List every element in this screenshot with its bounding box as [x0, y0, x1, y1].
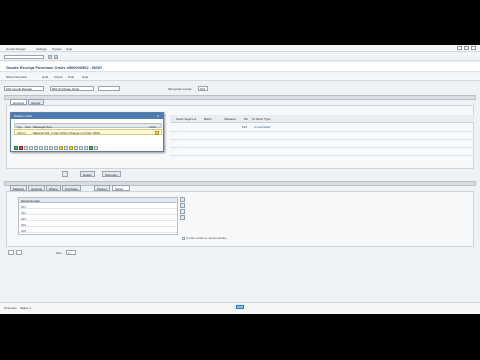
menu-help[interactable]: Help: [66, 47, 72, 51]
application-toolbar: Show Overview Hold Check Post Help: [0, 73, 480, 81]
table-row[interactable]: 101 Unrestricted: [170, 125, 474, 132]
auto-serial-checkbox[interactable]: Create serial no. automatically: [182, 236, 226, 240]
serial-row-5[interactable]: 005: [19, 228, 177, 233]
reference-select[interactable]: R01 Purchase Order: [50, 86, 94, 91]
window-controls: [456, 46, 476, 51]
find-icon[interactable]: [44, 146, 48, 150]
menu-settings[interactable]: Settings: [36, 47, 47, 51]
gr-value-field[interactable]: 101: [198, 86, 208, 91]
col-valuation: Valuation: [224, 117, 237, 121]
next-item-button[interactable]: [16, 250, 22, 255]
table-row[interactable]: [170, 155, 474, 156]
hold-button[interactable]: Hold: [40, 74, 50, 80]
next-icon[interactable]: [34, 146, 38, 150]
sort-icon[interactable]: [49, 146, 53, 150]
save-icon[interactable]: [54, 55, 58, 59]
table-row[interactable]: [170, 147, 474, 148]
menu-bar: Goods Receipt Settings System Help: [0, 45, 480, 52]
header-section-bar: [4, 95, 476, 100]
po-number-field[interactable]: [98, 86, 120, 91]
add-row-icon[interactable]: [180, 203, 185, 208]
close-icon[interactable]: ✕: [157, 114, 161, 118]
col-batch: Batch: [204, 117, 212, 121]
status-mid: Status 1: [20, 306, 32, 310]
scroll-down-icon[interactable]: [180, 215, 185, 220]
help-icon[interactable]: [84, 146, 88, 150]
lower-controls: Item 1: [6, 249, 474, 257]
detail-icon[interactable]: [74, 146, 78, 150]
sap-logo: SAP: [236, 305, 244, 309]
table-row[interactable]: [170, 139, 474, 140]
ok-icon[interactable]: [14, 146, 18, 150]
checkbox-label: Create serial no. automatically: [186, 236, 227, 240]
enter-icon[interactable]: [48, 55, 52, 59]
summary-button[interactable]: Summary: [102, 171, 121, 177]
col-stock-type: St Stock Type: [252, 117, 271, 121]
info-icon[interactable]: [155, 131, 159, 135]
command-field[interactable]: [4, 55, 44, 59]
popup-toolbar: [14, 146, 162, 151]
gr-label: GR goods receipt: [168, 87, 192, 91]
item-label: Item: [56, 251, 62, 255]
page-title: Goods Receipt Purchase Order 4500000962 …: [6, 65, 103, 70]
first-icon[interactable]: [24, 146, 28, 150]
status-left: Overview: [4, 306, 17, 310]
serial-number-table: Serial Number 001 002 003 004 005: [18, 197, 178, 235]
transaction-select[interactable]: A01 Goods Receipt: [4, 86, 44, 91]
serial-header: Serial Number: [19, 198, 177, 203]
message-text: Material 101_1 has Online Change no Orde…: [33, 131, 100, 135]
close-icon[interactable]: [471, 46, 476, 50]
delivery-note-popup: Delivery Note ✕ Typ Text Message Text LT…: [10, 112, 164, 152]
settings-icon[interactable]: [94, 146, 98, 150]
refresh-icon[interactable]: [79, 146, 83, 150]
popup-title: Delivery Note: [11, 113, 163, 119]
minimize-icon[interactable]: [457, 46, 463, 50]
filter-icon[interactable]: [54, 146, 58, 150]
print-icon[interactable]: [59, 146, 63, 150]
check-button[interactable]: Check: [52, 74, 65, 80]
popup-message-row[interactable]: Inform Material 101_1 has Online Change …: [14, 129, 162, 135]
stock-type-value: Unrestricted: [254, 125, 271, 129]
status-bar: Overview Status 1 SAP: [0, 302, 480, 314]
checkbox-box[interactable]: [182, 236, 185, 240]
title-bar: Goods Receipt Purchase Order 4500000962 …: [0, 62, 480, 72]
menu-system[interactable]: System: [52, 47, 62, 51]
delete-button[interactable]: Delete: [80, 171, 95, 177]
post-button[interactable]: Post: [66, 74, 76, 80]
show-overview-button[interactable]: Show Overview: [4, 74, 29, 80]
header-fields: A01 Goods Receipt R01 Purchase Order GR …: [0, 85, 480, 93]
help-button[interactable]: Help: [80, 74, 90, 80]
item-field[interactable]: [62, 171, 68, 177]
prev-item-button[interactable]: [8, 250, 14, 255]
serial-row-1[interactable]: 001: [19, 204, 177, 209]
serial-row-3[interactable]: 003: [19, 216, 177, 221]
col-stock-segment: Stock Segment: [176, 117, 197, 121]
maximize-icon[interactable]: [464, 46, 470, 50]
scroll-up-icon[interactable]: [180, 197, 185, 202]
cancel-icon[interactable]: [19, 146, 23, 150]
delete-row-icon[interactable]: [180, 209, 185, 214]
serial-row-2[interactable]: 002: [19, 210, 177, 215]
prev-icon[interactable]: [29, 146, 33, 150]
item-number-field[interactable]: 1: [66, 250, 76, 255]
sap-window: Goods Receipt Settings System Help Goods…: [0, 45, 480, 314]
items-table-header: Stock Segment Batch Valuation Mv St Stoc…: [170, 115, 474, 123]
item-navigation: Delete Summary: [6, 171, 474, 178]
col-mv: Mv: [244, 117, 248, 121]
popup-table-header: Typ Text Message Text LTXA: [14, 123, 162, 129]
serial-side-buttons: [180, 197, 186, 221]
menu-goods-receipt[interactable]: Goods Receipt: [6, 47, 26, 51]
mvt-value: 101: [242, 125, 248, 129]
message-type: Inform: [17, 131, 26, 135]
serial-row-4[interactable]: 004: [19, 222, 177, 227]
system-toolbar: [0, 53, 480, 61]
export-icon[interactable]: [64, 146, 68, 150]
confirm-icon[interactable]: [89, 146, 93, 150]
layout-icon[interactable]: [69, 146, 73, 150]
last-icon[interactable]: [39, 146, 43, 150]
